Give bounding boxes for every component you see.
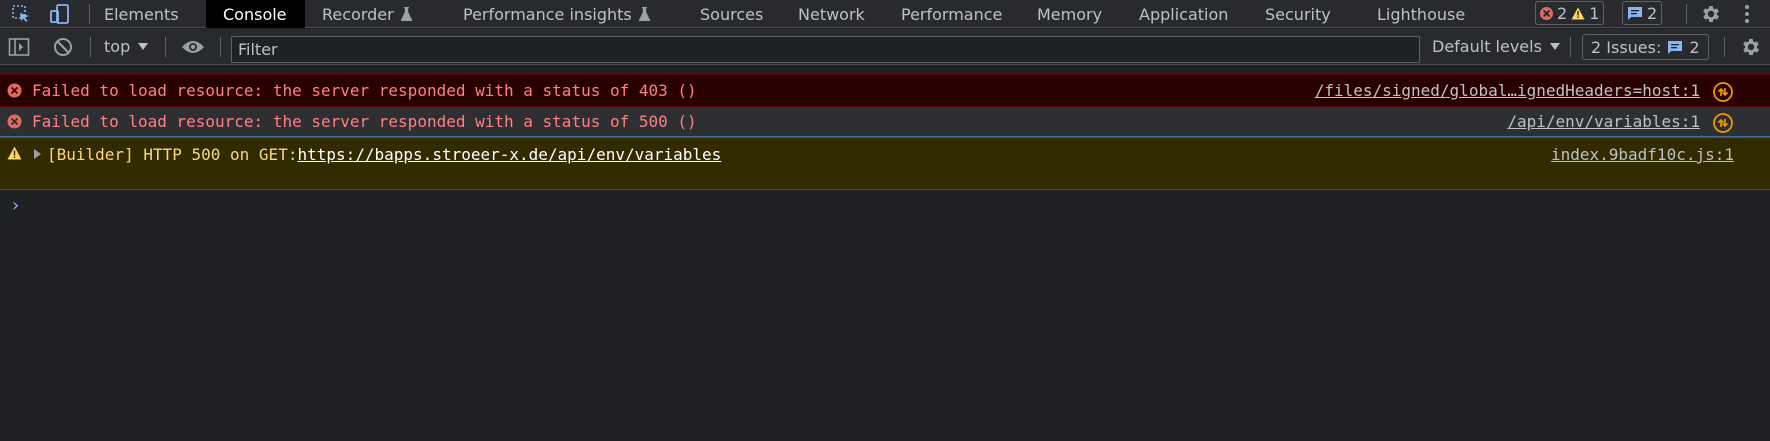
message-counter[interactable]: 2 <box>1622 1 1663 25</box>
tab-label: Sources <box>700 4 764 24</box>
tab-console[interactable]: Console <box>206 0 305 28</box>
settings-gear-icon[interactable] <box>1738 33 1764 61</box>
issues-button[interactable]: 2 Issues: 2 <box>1582 34 1709 60</box>
message-icon <box>1668 40 1683 54</box>
tab-elements[interactable]: Elements <box>92 0 191 28</box>
chevron-down-icon <box>1549 43 1560 50</box>
flask-icon <box>400 7 412 21</box>
message-icon <box>1628 6 1642 20</box>
log-levels-label: Default levels <box>1432 37 1542 56</box>
issues-label: 2 Issues: <box>1591 37 1662 57</box>
tab-label: Memory <box>1037 4 1103 24</box>
toolbar-divider <box>220 37 221 57</box>
toolbar-divider <box>1686 4 1687 24</box>
tab-label: Security <box>1265 4 1331 24</box>
error-icon <box>7 83 22 102</box>
error-count: 2 <box>1557 3 1568 23</box>
toolbar-divider <box>89 4 90 24</box>
clear-console-icon[interactable] <box>50 33 76 61</box>
sidebar-toggle-icon[interactable] <box>6 33 32 61</box>
context-selector[interactable]: top <box>104 37 149 56</box>
toolbar-divider <box>165 37 166 57</box>
expand-triangle-icon[interactable] <box>34 148 41 159</box>
message-prefix: [Builder] HTTP 500 on GET: <box>47 145 298 164</box>
filter-input[interactable] <box>231 36 1420 63</box>
tab-label: Lighthouse <box>1377 4 1466 24</box>
console-toolbar: top Default levels 2 Issues: 2 <box>0 29 1770 65</box>
message-source-link[interactable]: /api/env/variables:1 <box>1507 112 1700 131</box>
warning-icon <box>7 145 22 164</box>
eye-icon[interactable] <box>180 33 206 61</box>
toolbar-divider <box>1570 37 1571 57</box>
tab-lighthouse[interactable]: Lighthouse <box>1377 0 1465 28</box>
warning-icon <box>1571 7 1585 19</box>
message-count: 2 <box>1647 3 1658 23</box>
tab-label: Recorder <box>322 4 394 24</box>
tab-label: Application <box>1139 4 1229 24</box>
upload-icon[interactable] <box>1712 81 1734 107</box>
tab-label: Console <box>223 4 287 24</box>
settings-gear-icon[interactable] <box>1698 0 1724 28</box>
message-text[interactable]: [Builder] HTTP 500 on GET:https://bapps.… <box>34 145 721 164</box>
issues-count: 2 <box>1689 37 1700 57</box>
devtools-tab-bar: Elements Console Recorder Performance in… <box>0 0 1770 28</box>
error-icon <box>7 114 22 133</box>
console-message-error[interactable]: Failed to load resource: the server resp… <box>0 74 1770 107</box>
toolbar-divider <box>1724 37 1725 57</box>
error-warning-counter[interactable]: 2 1 <box>1535 1 1605 25</box>
toolbar-divider <box>90 37 91 57</box>
tab-application[interactable]: Application <box>1139 0 1228 28</box>
tab-performance[interactable]: Performance <box>901 0 1002 28</box>
tab-label: Elements <box>104 4 179 24</box>
tab-label: Network <box>798 4 865 24</box>
tab-performance-insights[interactable]: Performance insights <box>463 0 651 28</box>
log-levels-dropdown[interactable]: Default levels <box>1432 37 1560 56</box>
message-source-link[interactable]: index.9badf10c.js:1 <box>1551 145 1734 164</box>
upload-icon[interactable] <box>1712 112 1734 138</box>
context-label: top <box>104 37 131 56</box>
tab-memory[interactable]: Memory <box>1037 0 1102 28</box>
console-prompt[interactable]: › <box>10 195 21 216</box>
console-message-error[interactable]: Failed to load resource: the server resp… <box>0 106 1770 137</box>
message-text: Failed to load resource: the server resp… <box>32 112 697 131</box>
message-source-link[interactable]: /files/signed/global…ignedHeaders=host:1 <box>1315 81 1700 100</box>
tab-network[interactable]: Network <box>798 0 865 28</box>
tab-label: Performance <box>901 4 1003 24</box>
prompt-chevron-icon: › <box>10 195 21 216</box>
device-toolbar-icon[interactable] <box>47 0 73 28</box>
chevron-down-icon <box>138 43 149 50</box>
tab-sources[interactable]: Sources <box>700 0 763 28</box>
tab-recorder[interactable]: Recorder <box>322 0 413 28</box>
console-message-warning[interactable]: [Builder] HTTP 500 on GET:https://bapps.… <box>0 137 1770 190</box>
inspect-element-icon[interactable] <box>8 0 34 28</box>
flask-icon <box>638 7 650 21</box>
message-text: Failed to load resource: the server resp… <box>32 81 697 100</box>
kebab-menu-icon[interactable] <box>1737 0 1757 28</box>
error-icon <box>1540 6 1553 20</box>
warning-count: 1 <box>1589 3 1600 23</box>
tab-label: Performance insights <box>463 4 632 24</box>
tab-security[interactable]: Security <box>1265 0 1331 28</box>
message-url-link[interactable]: https://bapps.stroeer-x.de/api/env/varia… <box>297 145 721 164</box>
